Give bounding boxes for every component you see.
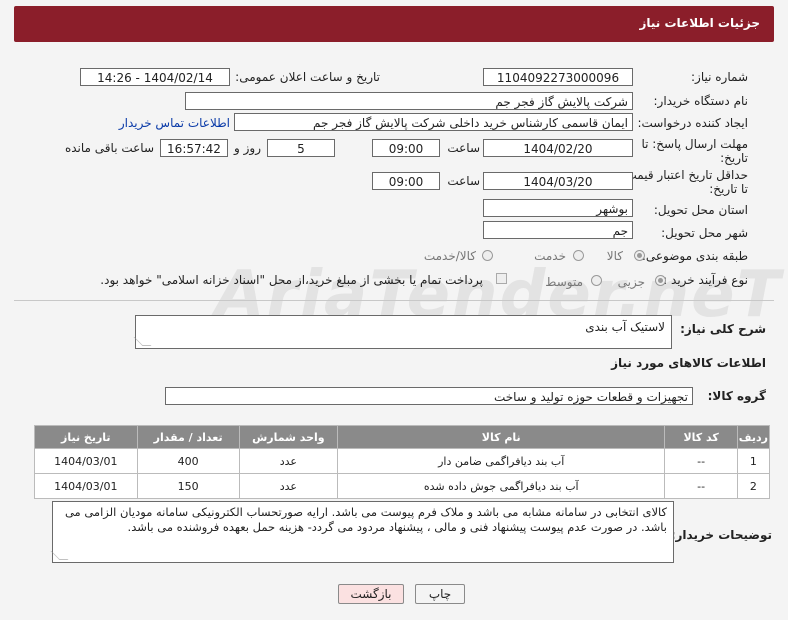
cell-row-number: 2	[736, 473, 771, 499]
process-radio-minor[interactable]	[655, 275, 666, 286]
col-header-name: نام کالا	[337, 425, 666, 449]
cell-row-number: 1	[736, 448, 771, 474]
category-option-goods: کالا	[606, 249, 623, 263]
announce-field[interactable]: 1404/02/14 - 14:26	[80, 68, 230, 86]
col-header-code: کد کالا	[664, 425, 738, 449]
category-radio-service[interactable]	[573, 250, 584, 261]
cell-date: 1404/03/01	[34, 448, 138, 474]
table-row[interactable]: 1 -- آب بند دیافراگمی ضامن دار عدد 400 1…	[34, 448, 771, 474]
cell-name: آب بند دیافراگمی ضامن دار	[337, 448, 666, 474]
announce-label: تاریخ و ساعت اعلان عمومی:	[235, 70, 380, 84]
validity-date-field[interactable]: 1404/03/20	[483, 172, 633, 190]
goods-group-label: گروه کالا:	[707, 389, 766, 403]
process-option-minor: جزیی	[617, 275, 645, 289]
city-label: شهر محل تحویل:	[661, 226, 748, 240]
validity-time-label: ساعت	[447, 174, 480, 188]
back-button[interactable]: بازگشت	[338, 584, 404, 604]
cell-qty: 150	[136, 473, 240, 499]
table-header-row: ردیف کد کالا نام کالا واحد شمارش تعداد /…	[34, 425, 771, 449]
treasury-checkbox[interactable]	[496, 273, 507, 284]
process-option-medium: متوسط	[545, 275, 583, 289]
col-header-unit: واحد شمارش	[238, 425, 339, 449]
days-field[interactable]: 5	[267, 139, 335, 157]
buyer-notes-label: توضیحات خریدار:	[670, 528, 772, 542]
page-title: جزئیات اطلاعات نیاز	[639, 16, 760, 30]
deadline-label-2: تاریخ:	[720, 151, 748, 165]
need-number-field[interactable]: 1104092273000096	[483, 68, 633, 86]
description-label: شرح کلی نیاز:	[680, 322, 766, 336]
deadline-label: مهلت ارسال پاسخ: تا	[641, 137, 748, 151]
province-label: استان محل تحویل:	[653, 203, 748, 217]
col-header-qty: تعداد / مقدار	[136, 425, 240, 449]
remaining-label: ساعت باقی مانده	[64, 141, 154, 155]
divider	[14, 300, 774, 301]
remaining-time-field[interactable]: 16:57:42	[160, 139, 228, 157]
print-button[interactable]: چاپ	[415, 584, 465, 604]
category-option-both: کالا/خدمت	[423, 249, 476, 263]
description-text: لاستیک آب بندی	[585, 320, 665, 334]
category-option-service: خدمت	[534, 249, 566, 263]
col-header-date: تاریخ نیاز	[34, 425, 138, 449]
requester-label: ایجاد کننده درخواست:	[637, 116, 748, 130]
requester-field[interactable]: ایمان قاسمی کارشناس خرید داخلی شرکت پالا…	[234, 113, 633, 131]
deadline-time-field[interactable]: 09:00	[372, 139, 440, 157]
deadline-date-field[interactable]: 1404/02/20	[483, 139, 633, 157]
cell-unit: عدد	[238, 448, 339, 474]
items-table: ردیف کد کالا نام کالا واحد شمارش تعداد /…	[34, 425, 771, 499]
province-field[interactable]: بوشهر	[483, 199, 633, 217]
table-row[interactable]: 2 -- آب بند دیافراگمی جوش داده شده عدد 1…	[34, 473, 771, 499]
validity-label: حداقل تاریخ اعتبار قیمت:	[621, 168, 748, 182]
resize-grip-icon[interactable]	[50, 551, 69, 560]
resize-grip-icon[interactable]	[133, 337, 152, 346]
payment-note: پرداخت تمام یا بخشی از مبلغ خرید،از محل …	[100, 273, 483, 287]
process-label: نوع فرآیند خرید :	[663, 273, 748, 287]
buyer-notes-textarea[interactable]: کالای انتخابی در سامانه مشابه می باشد و …	[50, 501, 674, 563]
buyer-org-field[interactable]: شرکت پالایش گاز فجر جم	[185, 92, 633, 110]
description-textarea[interactable]: لاستیک آب بندی	[133, 315, 672, 349]
cell-qty: 400	[136, 448, 240, 474]
goods-info-title: اطلاعات کالاهای مورد نیاز	[611, 356, 766, 370]
days-label: روز و	[234, 141, 261, 155]
buyer-contact-link[interactable]: اطلاعات تماس خریدار	[119, 116, 230, 130]
category-radio-both[interactable]	[482, 250, 493, 261]
buyer-org-label: نام دستگاه خریدار:	[653, 94, 749, 108]
city-field[interactable]: جم	[483, 221, 633, 239]
col-header-row: ردیف	[736, 425, 771, 449]
cell-unit: عدد	[238, 473, 339, 499]
goods-group-field[interactable]: تجهیزات و قطعات حوزه تولید و ساخت	[165, 387, 693, 405]
cell-code: --	[664, 473, 738, 499]
need-number-label: شماره نیاز:	[691, 70, 748, 84]
cell-date: 1404/03/01	[34, 473, 138, 499]
validity-label-2: تا تاریخ:	[709, 182, 748, 196]
cell-code: --	[664, 448, 738, 474]
deadline-time-label: ساعت	[447, 141, 480, 155]
category-label: طبقه بندی موضوعی:	[641, 249, 748, 263]
page-header: جزئیات اطلاعات نیاز	[14, 6, 774, 42]
validity-time-field[interactable]: 09:00	[372, 172, 440, 190]
buyer-notes-text: کالای انتخابی در سامانه مشابه می باشد و …	[64, 505, 667, 534]
process-radio-medium[interactable]	[591, 275, 602, 286]
cell-name: آب بند دیافراگمی جوش داده شده	[337, 473, 666, 499]
category-radio-goods[interactable]	[634, 250, 645, 261]
